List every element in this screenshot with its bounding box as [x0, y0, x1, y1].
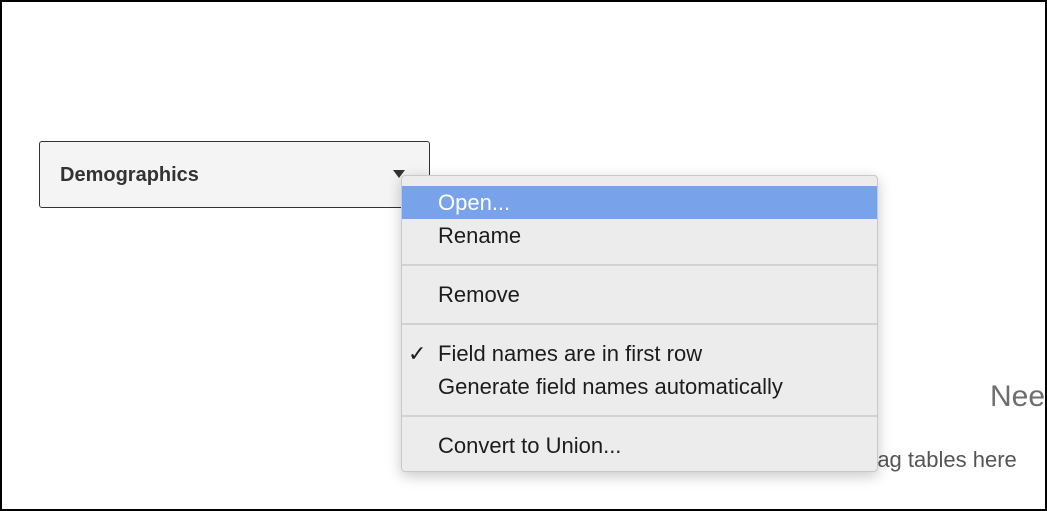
menu-item-field-names-first-row[interactable]: ✓ Field names are in first row	[402, 337, 877, 370]
drop-hint-subtitle: rag tables here	[870, 447, 1017, 472]
checkmark-icon: ✓	[408, 341, 427, 366]
drop-hint-title: Nee	[990, 380, 1046, 413]
menu-item-label: Rename	[438, 223, 522, 248]
context-menu: Open... Rename Remove ✓ Field names are …	[401, 175, 878, 472]
canvas: Demographics Nee rag tables here Open...…	[0, 0, 1047, 511]
menu-item-label: Convert to Union...	[438, 433, 622, 458]
menu-separator	[402, 415, 877, 417]
menu-item-label: Remove	[438, 282, 520, 307]
menu-item-generate-field-names[interactable]: Generate field names automatically	[402, 370, 877, 403]
table-name-label: Demographics	[60, 164, 199, 186]
menu-item-label: Field names are in first row	[438, 341, 703, 366]
menu-item-open[interactable]: Open...	[402, 186, 877, 219]
menu-separator	[402, 323, 877, 325]
menu-separator	[402, 264, 877, 266]
menu-item-label: Generate field names automatically	[438, 374, 783, 399]
menu-item-rename[interactable]: Rename	[402, 219, 877, 252]
table-demographics[interactable]: Demographics	[39, 141, 430, 208]
menu-item-remove[interactable]: Remove	[402, 278, 877, 311]
menu-item-label: Open...	[438, 190, 511, 215]
menu-item-convert-to-union[interactable]: Convert to Union...	[402, 429, 877, 462]
